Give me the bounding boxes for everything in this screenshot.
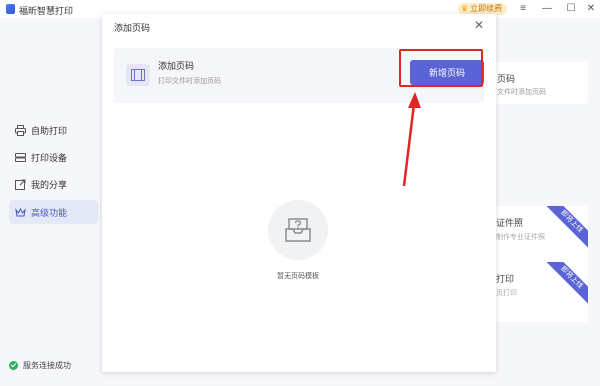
empty-state-text: 暂无页码模板 (277, 273, 319, 280)
row-desc: 打印文件时添加页码 (158, 78, 221, 85)
coming-soon-badge: 即将上线 (542, 262, 588, 307)
connection-status: 服务连接成功 (9, 360, 71, 371)
feature-title: 证件照 (496, 218, 524, 228)
vip-label: 立即续费 (470, 4, 503, 13)
crown-icon (15, 207, 26, 218)
coming-soon-badge: 即将上线 (542, 206, 588, 251)
sidebar: 自助打印 打印设备 我的分享 高级功能 (0, 18, 104, 386)
check-circle-icon (9, 361, 18, 370)
feature-card-id-photo[interactable]: 证件照 制作专业证件照 即将上线 (488, 206, 588, 266)
feature-desc: 制作专业证件照 (496, 234, 545, 241)
sidebar-item-label: 打印设备 (31, 152, 68, 163)
empty-state-illustration (268, 200, 328, 260)
share-icon (15, 179, 26, 190)
empty-box-icon (285, 218, 311, 242)
maximize-button[interactable]: ☐ (564, 2, 578, 16)
app-logo (6, 4, 15, 14)
sidebar-item-self-print[interactable]: 自助打印 (9, 118, 98, 142)
status-text: 服务连接成功 (23, 361, 71, 370)
feature-desc: 页打印 (496, 290, 517, 297)
menu-icon[interactable]: ≡ (516, 2, 530, 16)
printer-icon (15, 124, 26, 136)
sidebar-item-label: 高级功能 (31, 207, 68, 218)
dialog-title: 添加页码 (114, 23, 151, 33)
sidebar-item-label: 我的分享 (31, 179, 68, 190)
device-icon (15, 152, 26, 163)
bg-card-title: 页码 (497, 74, 516, 84)
add-page-number-button[interactable]: 新增页码 (410, 60, 484, 85)
page-number-row: 添加页码 打印文件时添加页码 新增页码 (114, 48, 484, 103)
sidebar-item-label: 自助打印 (31, 125, 68, 136)
app-title: 福昕智慧打印 (19, 6, 74, 16)
feature-title: 打印 (496, 274, 515, 284)
add-page-number-dialog: 添加页码 ✕ 添加页码 打印文件时添加页码 新增页码 暂无页码模板 (102, 14, 496, 372)
page-template-icon (126, 64, 150, 86)
feature-card-print[interactable]: 打印 页打印 即将上线 (488, 262, 588, 322)
bg-card-desc: 文件时添加页码 (497, 89, 546, 96)
close-window-button[interactable]: ✕ (584, 2, 598, 16)
sidebar-item-my-share[interactable]: 我的分享 (9, 172, 98, 196)
sidebar-item-advanced[interactable]: 高级功能 (9, 200, 98, 224)
minimize-button[interactable]: — (540, 2, 554, 16)
row-title: 添加页码 (158, 61, 195, 71)
close-icon[interactable]: ✕ (472, 18, 486, 32)
sidebar-item-devices[interactable]: 打印设备 (9, 145, 98, 169)
